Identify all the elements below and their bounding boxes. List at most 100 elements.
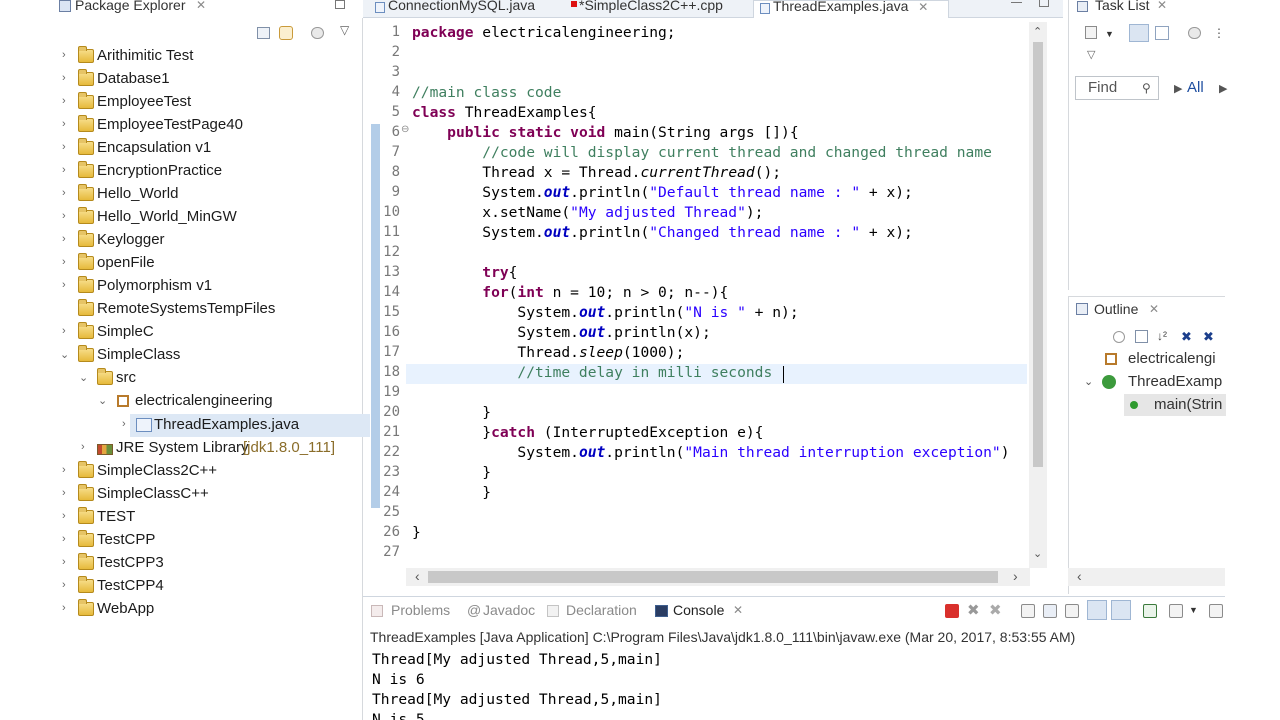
scroll-down-icon[interactable]: ⌄ — [1033, 547, 1042, 560]
tree-item-database1[interactable]: › Database1 — [55, 68, 363, 91]
tree-item-jre-system-library[interactable]: › JRE System Library [jdk1.8.0_111] — [55, 437, 363, 460]
show-on-stderr-icon[interactable] — [1111, 600, 1131, 620]
focus-icon[interactable]: ⋮ — [1213, 26, 1225, 40]
chevron-right-icon[interactable]: › — [62, 95, 72, 107]
tree-item-hello-world[interactable]: › Hello_World — [55, 183, 363, 206]
all-filter-link[interactable]: All — [1187, 79, 1204, 96]
chevron-right-icon[interactable]: › — [62, 556, 72, 568]
chevron-down-icon[interactable]: ▼ — [1189, 605, 1198, 615]
tree-item-electricalengineering[interactable]: ⌄ electricalengineering — [55, 390, 363, 413]
show-on-stdout-icon[interactable] — [1087, 600, 1107, 620]
filter-icon[interactable] — [1188, 27, 1201, 39]
tab-problems[interactable]: Problems — [391, 602, 450, 618]
close-icon[interactable]: ✕ — [733, 603, 743, 617]
scroll-up-icon[interactable]: ⌃ — [1033, 25, 1042, 38]
scroll-right-icon[interactable]: › — [1013, 568, 1018, 584]
chevron-right-icon[interactable]: › — [62, 510, 72, 522]
minimize-icon[interactable] — [1011, 2, 1022, 3]
chevron-right-icon[interactable]: › — [62, 256, 72, 268]
outline-horizontal-scrollbar[interactable]: ‹ — [1068, 568, 1225, 586]
chevron-right-icon[interactable]: › — [62, 72, 72, 84]
chevron-right-icon[interactable]: › — [62, 487, 72, 499]
scheduled-icon[interactable] — [1155, 26, 1169, 40]
sync-icon[interactable] — [1113, 331, 1125, 343]
filter-icon[interactable] — [311, 27, 324, 39]
categorize-icon[interactable] — [1129, 24, 1149, 42]
tree-item-encapsulation-v1[interactable]: › Encapsulation v1 — [55, 137, 363, 160]
new-task-icon[interactable] — [1085, 26, 1097, 39]
chevron-right-icon[interactable]: › — [62, 187, 72, 199]
scroll-thumb[interactable] — [428, 571, 998, 583]
tree-item-arithimitic-test[interactable]: › Arithimitic Test — [55, 45, 363, 68]
close-icon[interactable]: ✕ — [196, 0, 206, 12]
chevron-down-icon[interactable]: ⌄ — [98, 394, 108, 407]
chevron-down-icon[interactable]: ⌄ — [60, 348, 70, 361]
maximize-icon[interactable] — [335, 0, 345, 9]
word-wrap-icon[interactable] — [1065, 604, 1079, 618]
tree-item-simpleclass2c[interactable]: › SimpleClass2C++ — [55, 460, 363, 483]
tree-item-polymorphism-v1[interactable]: › Polymorphism v1 — [55, 275, 363, 298]
hide-static-icon[interactable]: ✖ — [1203, 329, 1214, 345]
chevron-right-icon[interactable]: › — [62, 279, 72, 291]
chevron-right-icon[interactable]: › — [62, 49, 72, 61]
tree-item-hello-world-mingw[interactable]: › Hello_World_MinGW — [55, 206, 363, 229]
view-menu-icon[interactable]: ▽ — [340, 23, 349, 37]
open-console-icon[interactable] — [1209, 604, 1223, 618]
tree-item-employeetest[interactable]: › EmployeeTest — [55, 91, 363, 114]
maximize-icon[interactable] — [1039, 0, 1049, 7]
remove-all-icon[interactable]: ✖ — [989, 601, 1002, 619]
close-icon[interactable]: ✕ — [918, 0, 928, 14]
play-icon[interactable]: ▶ — [1219, 82, 1227, 95]
outline-item-class[interactable]: ThreadExamp — [1128, 373, 1222, 390]
tree-item-employeetestpage40[interactable]: › EmployeeTestPage40 — [55, 114, 363, 137]
pin-console-icon[interactable] — [1143, 604, 1157, 618]
sort-icon[interactable]: ↓² — [1157, 329, 1167, 343]
chevron-right-icon[interactable]: › — [62, 579, 72, 591]
chevron-right-icon[interactable]: › — [62, 141, 72, 153]
close-icon[interactable]: ✕ — [1157, 0, 1167, 12]
tab-declaration[interactable]: Declaration — [566, 602, 637, 618]
close-icon[interactable]: ✕ — [1149, 302, 1159, 316]
outline-item-method[interactable]: main(Strin — [1154, 396, 1222, 413]
tree-item-simplec[interactable]: › SimpleC — [55, 321, 363, 344]
tree-item-remotesystemstempfiles[interactable]: RemoteSystemsTempFiles — [55, 298, 363, 321]
chevron-right-icon[interactable]: › — [62, 233, 72, 245]
collapse-all-icon[interactable] — [1135, 330, 1148, 343]
tab-javadoc[interactable]: Javadoc — [483, 602, 535, 618]
tree-item-threadexamples-java[interactable]: › ThreadExamples.java — [122, 414, 370, 437]
chevron-right-icon[interactable]: › — [62, 464, 72, 476]
outline-item-package[interactable]: electricalengi — [1128, 350, 1216, 367]
tab-threadexamples-java[interactable]: ThreadExamples.java ✕ — [753, 0, 949, 18]
find-input[interactable]: Find ⚲ — [1075, 76, 1159, 100]
collapse-all-icon[interactable] — [257, 27, 270, 39]
tab-console[interactable]: Console — [673, 602, 724, 618]
tree-item-test[interactable]: › TEST — [55, 506, 363, 529]
link-with-editor-icon[interactable] — [279, 26, 293, 40]
tree-item-testcpp4[interactable]: › TestCPP4 — [55, 575, 363, 598]
chevron-right-icon[interactable]: › — [62, 118, 72, 130]
tab-simpleclass2c-cpp[interactable]: *SimpleClass2C++.cpp — [565, 0, 729, 18]
chevron-right-icon[interactable]: › — [62, 533, 72, 545]
terminate-icon[interactable] — [945, 604, 959, 618]
scroll-thumb[interactable] — [1033, 42, 1043, 467]
scroll-lock-icon[interactable] — [1043, 604, 1057, 618]
chevron-right-icon[interactable]: › — [62, 602, 72, 614]
clear-console-icon[interactable] — [1021, 604, 1035, 618]
scroll-left-icon[interactable]: ‹ — [415, 568, 420, 584]
chevron-right-icon[interactable]: › — [81, 441, 91, 453]
chevron-down-icon[interactable]: ⌄ — [79, 371, 89, 384]
tree-item-simpleclassc[interactable]: › SimpleClassC++ — [55, 483, 363, 506]
chevron-right-icon[interactable]: › — [62, 210, 72, 222]
remove-launch-icon[interactable]: ✖ — [967, 601, 980, 619]
chevron-down-icon[interactable]: ⌄ — [1084, 375, 1093, 388]
view-menu-icon[interactable]: ▽ — [1087, 48, 1095, 61]
chevron-right-icon[interactable]: › — [62, 164, 72, 176]
tab-connectionmysql-java[interactable]: ConnectionMySQL.java — [369, 0, 541, 18]
tree-item-src[interactable]: ⌄ src — [55, 367, 363, 390]
chevron-right-icon[interactable]: › — [122, 418, 132, 430]
chevron-right-icon[interactable]: › — [62, 325, 72, 337]
tree-item-webapp[interactable]: › WebApp — [55, 598, 363, 621]
fold-collapse-icon[interactable]: ⊖ — [401, 124, 409, 135]
scroll-left-icon[interactable]: ‹ — [1077, 568, 1082, 584]
tree-item-keylogger[interactable]: › Keylogger — [55, 229, 363, 252]
